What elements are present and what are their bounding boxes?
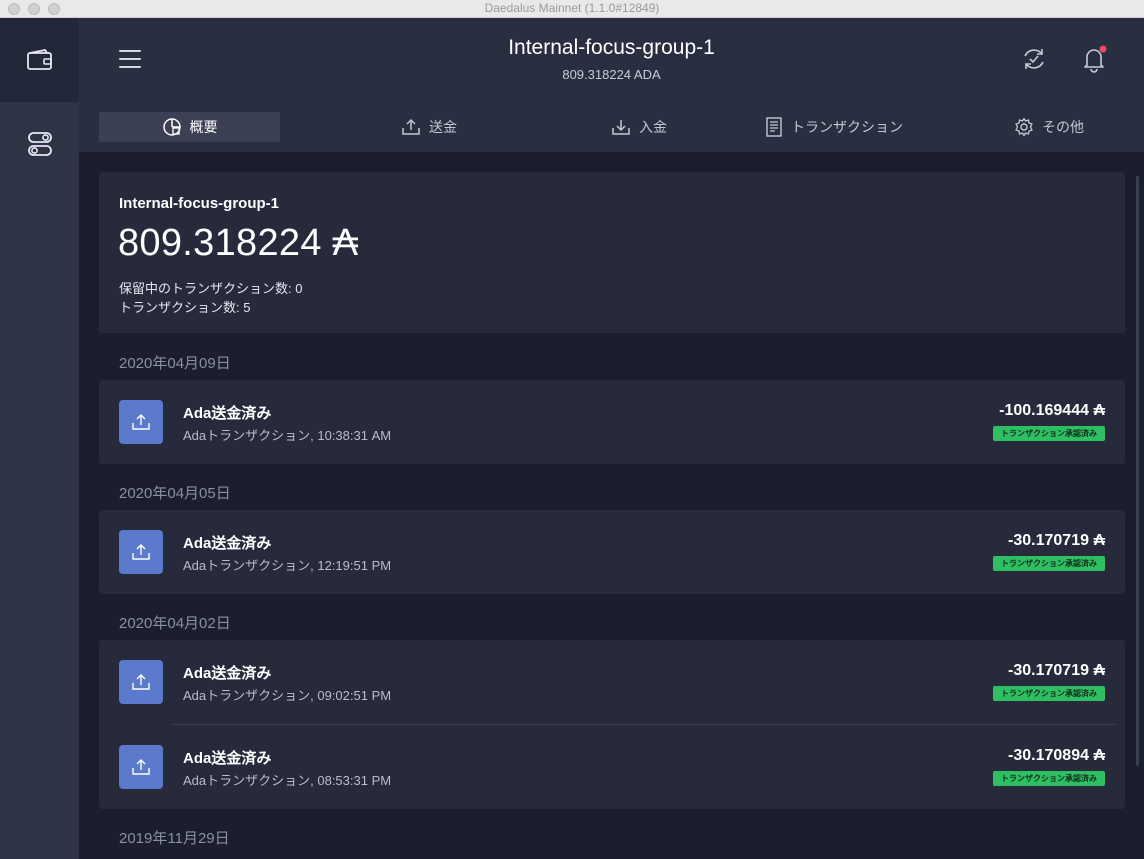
summary-transaction-count: トランザクション数: 5: [119, 300, 251, 315]
summary-wallet-amount: 809.318224 ₳: [118, 222, 359, 264]
summary-icon: [162, 118, 181, 136]
summary-pending-count: 保留中のトランザクション数: 0: [119, 281, 303, 296]
tab-more[interactable]: その他: [979, 112, 1119, 142]
transaction-title: Ada送金済み: [183, 665, 272, 682]
tab-receive[interactable]: 入金: [559, 112, 719, 142]
transaction-amount: -30.170894 ₳: [1008, 747, 1105, 764]
window-title: Daedalus Mainnet (1.1.0#12849): [484, 1, 660, 15]
transaction-group: Ada送金済み Adaトランザクション, 10:38:31 AM -100.16…: [99, 380, 1125, 464]
tab-more-label: その他: [1042, 119, 1084, 135]
sidebar: [0, 18, 79, 859]
summary-wallet-name: Internal-focus-group-1: [119, 195, 279, 212]
sync-status-icon[interactable]: [1021, 46, 1047, 72]
tab-send[interactable]: 送金: [349, 112, 509, 142]
tab-summary-label: 概要: [189, 119, 218, 135]
sent-transaction-icon: [119, 660, 163, 704]
transaction-status-badge: トランザクション承認済み: [993, 556, 1105, 571]
date-group-label: 2020年04月09日: [119, 355, 231, 372]
content-scrollbar[interactable]: [1136, 176, 1139, 766]
transaction-subtitle: Adaトランザクション, 12:19:51 PM: [183, 558, 392, 573]
wallet-balance-subtitle: 809.318224 ADA: [562, 67, 661, 82]
transaction-title: Ada送金済み: [183, 535, 272, 552]
transaction-row[interactable]: Ada送金済み Adaトランザクション, 08:53:31 PM -30.170…: [99, 725, 1125, 809]
transaction-status-badge: トランザクション承認済み: [993, 771, 1105, 786]
transaction-amount: -100.169444 ₳: [999, 402, 1105, 419]
toggle-settings-icon: [27, 132, 52, 156]
transactions-icon: [766, 117, 782, 137]
transaction-group: Ada送金済み Adaトランザクション, 09:02:51 PM -30.170…: [99, 640, 1125, 809]
tab-send-label: 送金: [429, 119, 457, 135]
transaction-subtitle: Adaトランザクション, 10:38:31 AM: [183, 428, 392, 443]
tab-summary[interactable]: 概要: [99, 112, 280, 142]
top-bar: Internal-focus-group-1 809.318224 ADA: [79, 18, 1144, 102]
wallet-summary-content: Internal-focus-group-1 809.318224 ₳ 保留中の…: [79, 152, 1144, 859]
sidebar-wallets-button[interactable]: [0, 18, 79, 102]
receive-icon: [612, 120, 630, 135]
sent-transaction-icon: [119, 530, 163, 574]
transaction-amount: -30.170719 ₳: [1008, 662, 1105, 679]
wallet-nav-tabs: 概要 送金 入金 トランザクション その他: [79, 102, 1144, 152]
tab-transactions-label: トランザクション: [791, 119, 903, 135]
wallet-name-title: Internal-focus-group-1: [508, 36, 715, 59]
transaction-title: Ada送金済み: [183, 405, 272, 422]
tab-transactions[interactable]: トランザクション: [734, 112, 934, 142]
wallet-icon: [26, 49, 52, 70]
wallet-summary-card: Internal-focus-group-1 809.318224 ₳ 保留中の…: [99, 172, 1125, 333]
notification-bell-icon[interactable]: [1081, 45, 1107, 73]
sent-transaction-icon: [119, 745, 163, 789]
transaction-row[interactable]: Ada送金済み Adaトランザクション, 09:02:51 PM -30.170…: [99, 640, 1125, 724]
transaction-title: Ada送金済み: [183, 750, 272, 767]
transaction-status-badge: トランザクション承認済み: [993, 426, 1105, 441]
window-titlebar: Daedalus Mainnet (1.1.0#12849): [0, 0, 1144, 18]
tab-receive-label: 入金: [639, 119, 667, 135]
settings-gear-icon: [1015, 117, 1033, 137]
transaction-row[interactable]: Ada送金済み Adaトランザクション, 12:19:51 PM -30.170…: [99, 510, 1125, 594]
transaction-subtitle: Adaトランザクション, 09:02:51 PM: [183, 688, 392, 703]
date-group-label: 2019年11月29日: [119, 830, 230, 847]
transaction-subtitle: Adaトランザクション, 08:53:31 PM: [183, 773, 392, 788]
send-icon: [402, 118, 420, 135]
transaction-status-badge: トランザクション承認済み: [993, 686, 1105, 701]
transaction-amount: -30.170719 ₳: [1008, 532, 1105, 549]
sent-transaction-icon: [119, 400, 163, 444]
transaction-group: Ada送金済み Adaトランザクション, 12:19:51 PM -30.170…: [99, 510, 1125, 594]
date-group-label: 2020年04月05日: [119, 485, 231, 502]
transaction-row[interactable]: Ada送金済み Adaトランザクション, 10:38:31 AM -100.16…: [99, 380, 1125, 464]
date-group-label: 2020年04月02日: [119, 615, 231, 632]
sidebar-settings-button[interactable]: [0, 102, 79, 186]
